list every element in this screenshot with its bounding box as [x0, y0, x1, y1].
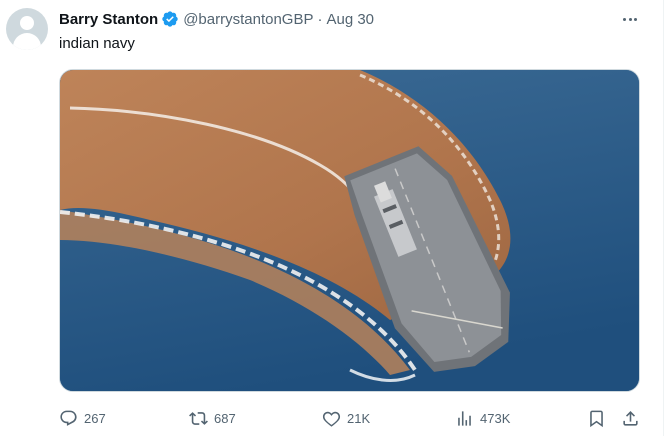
avatar-placeholder-body	[13, 33, 41, 50]
like-button[interactable]: 21K	[322, 407, 370, 429]
repost-button[interactable]: 687	[189, 407, 236, 429]
reply-button[interactable]: 267	[59, 407, 106, 429]
repost-count: 687	[214, 410, 236, 426]
author-name[interactable]: Barry Stanton	[59, 11, 158, 28]
share-icon	[623, 410, 638, 426]
views-button[interactable]: 473K	[455, 407, 510, 429]
like-count: 21K	[347, 410, 371, 426]
carrier-photo	[60, 70, 639, 391]
tweet-text: indian navy	[59, 35, 135, 52]
views-count: 473K	[480, 410, 511, 426]
like-icon	[322, 411, 341, 427]
more-icon[interactable]	[620, 11, 640, 27]
header-separator: ·	[317, 10, 323, 28]
reply-icon	[60, 410, 77, 426]
reply-count: 267	[84, 410, 106, 426]
tweet-actions: 267 687 21K 473K	[59, 407, 644, 429]
bookmark-button[interactable]	[587, 407, 606, 429]
views-icon	[458, 410, 471, 426]
verified-badge-icon	[162, 11, 178, 27]
tweet-header: Barry Stanton @barrystantonGBP · Aug 30	[59, 9, 374, 29]
repost-icon	[189, 411, 208, 425]
author-handle[interactable]: @barrystantonGBP	[183, 11, 313, 28]
avatar[interactable]	[6, 8, 48, 50]
tweet-media[interactable]	[59, 69, 640, 392]
avatar-placeholder-head	[20, 16, 34, 30]
share-button[interactable]	[621, 407, 640, 429]
bookmark-icon	[590, 410, 603, 427]
tweet-date[interactable]: Aug 30	[326, 11, 374, 28]
tweet-card[interactable]: Barry Stanton @barrystantonGBP · Aug 30 …	[0, 0, 664, 436]
